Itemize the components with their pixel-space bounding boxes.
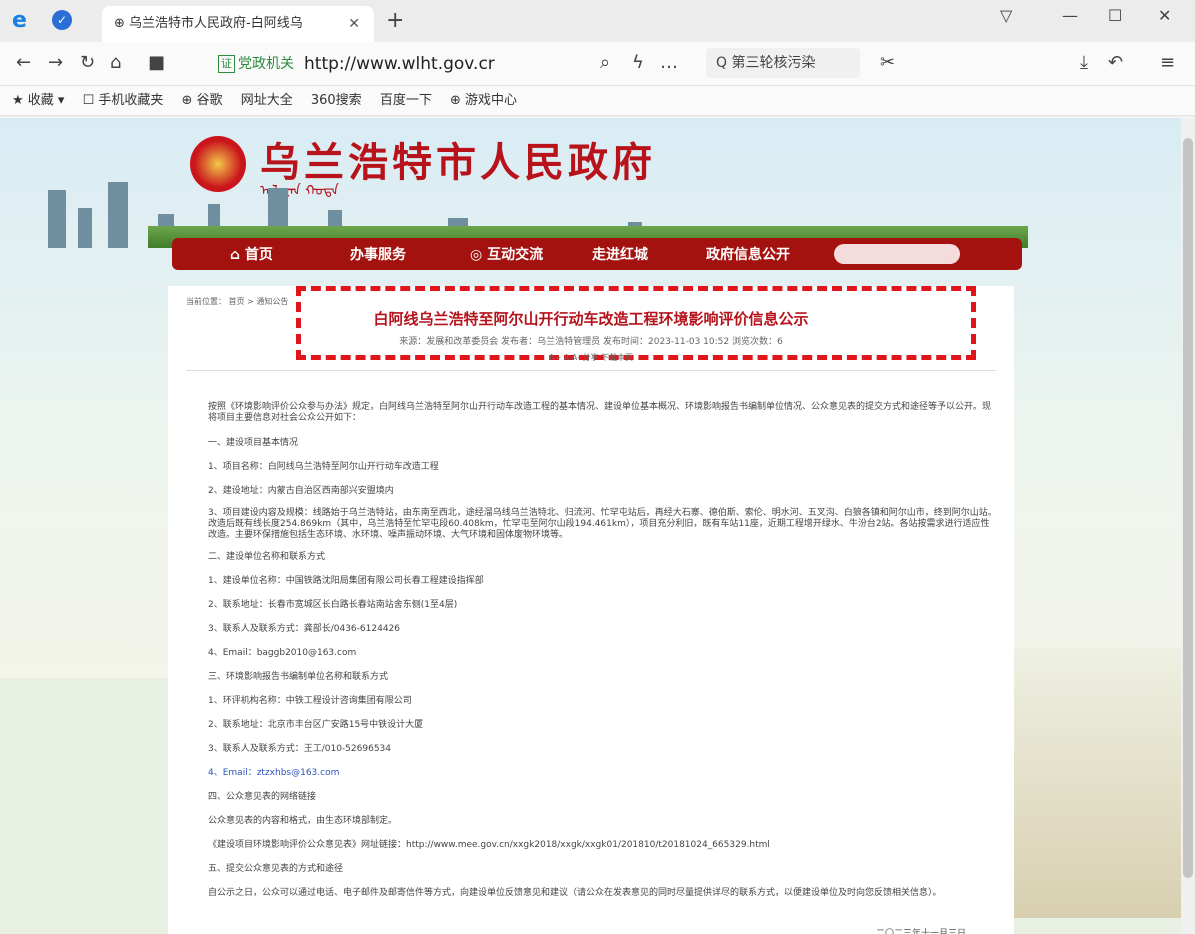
paragraph: 自公示之日，公众可以通过电话、电子邮件及邮寄信件等方式，向建设单位反馈意见和建议… bbox=[208, 888, 942, 898]
browser-chrome: e ✓ ⊕ 乌兰浩特市人民政府-白阿线乌 ✕ + ▽ — ☐ ✕ ← → ↻ ⌂… bbox=[0, 0, 1195, 118]
navigation-bar: ← → ↻ ⌂ ■ 证党政机关 http://www.wlht.gov.cr ⌕ … bbox=[0, 42, 1195, 86]
bookmark-item[interactable]: ☐ 手机收藏夹 bbox=[83, 93, 164, 108]
menu-about-city[interactable]: 走进红城 bbox=[592, 244, 648, 264]
paragraph: 2、联系地址：北京市丰台区广安路15号中铁设计大厦 bbox=[208, 720, 424, 730]
article-tools[interactable]: A+ A A- 分享 下载本页 bbox=[168, 352, 1014, 363]
skin-icon[interactable]: ▽ bbox=[1000, 6, 1012, 25]
address-bar[interactable]: 证党政机关 http://www.wlht.gov.cr bbox=[218, 49, 680, 79]
bookmark-item[interactable]: 360搜索 bbox=[311, 93, 362, 108]
decorative-art bbox=[1000, 648, 1181, 918]
paragraph: 一、建设项目基本情况 bbox=[208, 438, 299, 448]
lightning-icon[interactable]: ϟ bbox=[632, 52, 644, 73]
paragraph: 四、公众意见表的网络链接 bbox=[208, 792, 317, 802]
bookmark-item[interactable]: ⊕ 游戏中心 bbox=[450, 93, 517, 108]
paragraph: 3、联系人及联系方式：龚部长/0436-6124426 bbox=[208, 624, 400, 634]
article-title: 白阿线乌兰浩特至阿尔山开行动车改造工程环境影响评价信息公示 bbox=[373, 310, 809, 328]
menu-icon[interactable]: ≡ bbox=[1160, 52, 1175, 73]
download-icon[interactable]: ⤓ bbox=[1080, 52, 1088, 73]
tab-active[interactable]: ⊕ 乌兰浩特市人民政府-白阿线乌 ✕ bbox=[102, 6, 374, 42]
refresh-icon[interactable]: ↻ bbox=[80, 52, 95, 73]
url-text: http://www.wlht.gov.cr bbox=[304, 54, 495, 74]
paragraph: 1、环评机构名称：中铁工程设计咨询集团有限公司 bbox=[208, 696, 412, 706]
forward-icon[interactable]: → bbox=[48, 52, 63, 73]
article-panel: 当前位置： 首页 > 通知公告 白阿线乌兰浩特至阿尔山开行动车改造工程环境影响评… bbox=[168, 286, 1014, 934]
site-search-input[interactable] bbox=[834, 244, 960, 264]
close-tab-icon[interactable]: ✕ bbox=[348, 6, 360, 42]
maximize-button[interactable]: ☐ bbox=[1108, 6, 1122, 25]
menu-services[interactable]: 办事服务 bbox=[350, 244, 406, 264]
gov-badge: 证 bbox=[218, 55, 235, 73]
bookmarks-bar: ★ 收藏 ▾ ☐ 手机收藏夹 ⊕ 谷歌 网址大全 360搜索 百度一下 ⊕ 游戏… bbox=[0, 86, 1195, 116]
paragraph: 4、Email：baggb2010@163.com bbox=[208, 648, 357, 658]
paragraph: 2、建设地址：内蒙古自治区西南部兴安盟境内 bbox=[208, 486, 394, 496]
menu-info-disclosure[interactable]: 政府信息公开 bbox=[706, 244, 790, 264]
paragraph: 3、项目建设内容及规模：线路始于乌兰浩特站，由东南至西北，途经溜乌线乌兰浩特北、… bbox=[208, 508, 997, 540]
undo-icon[interactable]: ↶ bbox=[1108, 52, 1123, 73]
menu-home[interactable]: ⌂ 首页 bbox=[230, 244, 273, 264]
browser-logo-icon[interactable]: e bbox=[12, 8, 27, 33]
divider bbox=[186, 370, 996, 371]
shield-icon[interactable]: ✓ bbox=[52, 10, 72, 30]
site-menu: ⌂ 首页 办事服务 ◎ 互动交流 走进红城 政府信息公开 bbox=[172, 238, 1022, 270]
menu-interaction[interactable]: ◎ 互动交流 bbox=[470, 244, 543, 264]
cut-icon[interactable]: ✂ bbox=[880, 52, 895, 73]
paragraph: 五、提交公众意见表的方式和途径 bbox=[208, 864, 344, 874]
zoom-icon[interactable]: ⌕ bbox=[600, 52, 610, 73]
scrollbar[interactable] bbox=[1181, 118, 1195, 934]
paragraph[interactable]: 《建设项目环境影响评价公众意见表》网址链接：http://www.mee.gov… bbox=[208, 840, 998, 851]
email-link[interactable]: 4、Email：ztzxhbs@163.com bbox=[208, 768, 998, 779]
bookmark-item[interactable]: 网址大全 bbox=[241, 93, 293, 108]
paragraph: 1、项目名称：白阿线乌兰浩特至阿尔山开行动车改造工程 bbox=[208, 462, 439, 472]
breadcrumb: 当前位置： 首页 > 通知公告 bbox=[186, 297, 289, 306]
paragraph: 2、联系地址：长春市宽城区长白路长春站南站舍东侧(1至4层) bbox=[208, 600, 458, 610]
tab-bar: e ✓ ⊕ 乌兰浩特市人民政府-白阿线乌 ✕ + ▽ — ☐ ✕ bbox=[0, 0, 1195, 42]
minimize-button[interactable]: — bbox=[1062, 6, 1078, 25]
page-viewport: 乌兰浩特市人民政府 ᠤᠯᠠᠭᠠᠨ ᠬᠣᠲᠠ ⌂ 首页 办事服务 ◎ 互动交流 走… bbox=[0, 118, 1181, 934]
paragraph: 三、环境影响报告书编制单位名称和联系方式 bbox=[208, 672, 389, 682]
paragraph: 公众意见表的内容和格式，由生态环境部制定。 bbox=[208, 816, 398, 826]
bookmark-item[interactable]: ⊕ 谷歌 bbox=[182, 93, 223, 108]
back-icon[interactable]: ← bbox=[16, 52, 31, 73]
paragraph: 按照《环境影响评价公众参与办法》规定，白阿线乌兰浩特至阿尔山开行动车改造工程的基… bbox=[208, 402, 992, 423]
bookmark-item[interactable]: ★ 收藏 ▾ bbox=[12, 93, 64, 108]
paragraph: 3、联系人及联系方式：王工/010-52696534 bbox=[208, 744, 391, 754]
new-tab-button[interactable]: + bbox=[386, 8, 404, 33]
close-window-button[interactable]: ✕ bbox=[1158, 6, 1171, 25]
home-icon[interactable]: ⌂ bbox=[110, 52, 121, 73]
article-meta: 来源：发展和改革委员会 发布者：乌兰浩特管理员 发布时间：2023-11-03 … bbox=[399, 337, 783, 347]
extension-icon[interactable]: ■ bbox=[148, 52, 165, 73]
tab-title: ⊕ 乌兰浩特市人民政府-白阿线乌 bbox=[114, 16, 303, 31]
search-box[interactable]: Q 第三轮核污染 bbox=[706, 48, 860, 78]
gov-label: 党政机关 bbox=[238, 56, 294, 72]
paragraph: 二、建设单位名称和联系方式 bbox=[208, 552, 326, 562]
email-address[interactable]: 4、Email：ztzxhbs@163.com bbox=[208, 768, 339, 778]
more-icon[interactable]: … bbox=[660, 52, 678, 73]
bookmark-item[interactable]: 百度一下 bbox=[380, 93, 432, 108]
scrollbar-thumb[interactable] bbox=[1183, 138, 1193, 878]
article-date: 二〇二三年十一月三日 bbox=[876, 929, 967, 934]
paragraph: 1、建设单位名称：中国铁路沈阳局集团有限公司长春工程建设指挥部 bbox=[208, 576, 484, 586]
